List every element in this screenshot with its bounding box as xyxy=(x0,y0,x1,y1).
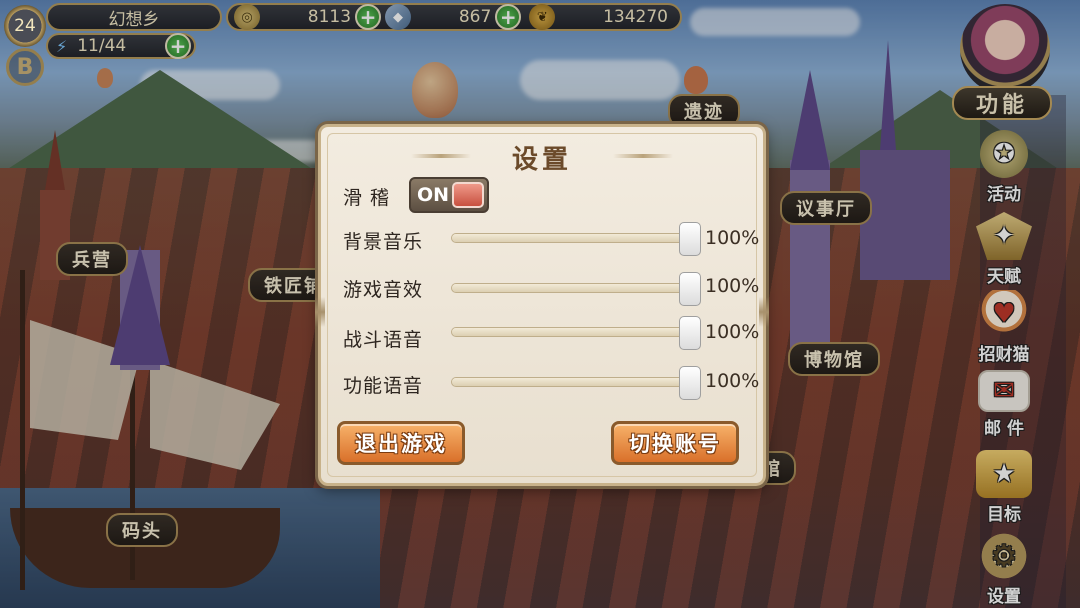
funny-mode-toggle[interactable]: ON xyxy=(409,177,489,213)
battle-voice-slider-thumb[interactable] xyxy=(679,316,701,350)
funny-mode-label: 滑 稽 xyxy=(343,187,391,209)
sfx-volume-slider[interactable] xyxy=(451,272,701,306)
sfx-slider-thumb[interactable] xyxy=(679,272,701,306)
function-voice-slider-thumb[interactable] xyxy=(679,366,701,400)
title-ornament-right xyxy=(613,154,673,158)
left-edge-ornament xyxy=(315,297,325,327)
player-level: 24 xyxy=(14,16,36,36)
quit-game-button[interactable]: 退出游戏 xyxy=(337,421,465,465)
toggle-state-text: ON xyxy=(417,184,450,206)
battle-voice-value: 100% xyxy=(705,321,760,343)
slider-label-bgm: 背景音乐 xyxy=(343,231,424,253)
sfx-volume-value: 100% xyxy=(705,275,760,297)
bgm-volume-value: 100% xyxy=(705,227,760,249)
dialog-title: 设置 xyxy=(511,145,572,175)
right-edge-ornament xyxy=(759,297,769,327)
settings-dialog: 设置 滑 稽 ON 背景音乐 100% 游戏音效 100% 战斗语音 100% … xyxy=(315,124,769,486)
player-level-badge[interactable]: 24 xyxy=(4,5,46,47)
function-voice-value: 100% xyxy=(705,370,760,392)
function-voice-slider[interactable] xyxy=(451,366,701,400)
toggle-knob xyxy=(452,182,484,208)
bgm-volume-slider[interactable] xyxy=(451,222,701,256)
slider-label-battle-voice: 战斗语音 xyxy=(343,329,424,351)
switch-account-button[interactable]: 切换账号 xyxy=(611,421,739,465)
bgm-slider-thumb[interactable] xyxy=(679,222,701,256)
slider-label-sfx: 游戏音效 xyxy=(343,279,424,301)
battle-voice-slider[interactable] xyxy=(451,316,701,350)
slider-label-function-voice: 功能语音 xyxy=(343,375,424,397)
